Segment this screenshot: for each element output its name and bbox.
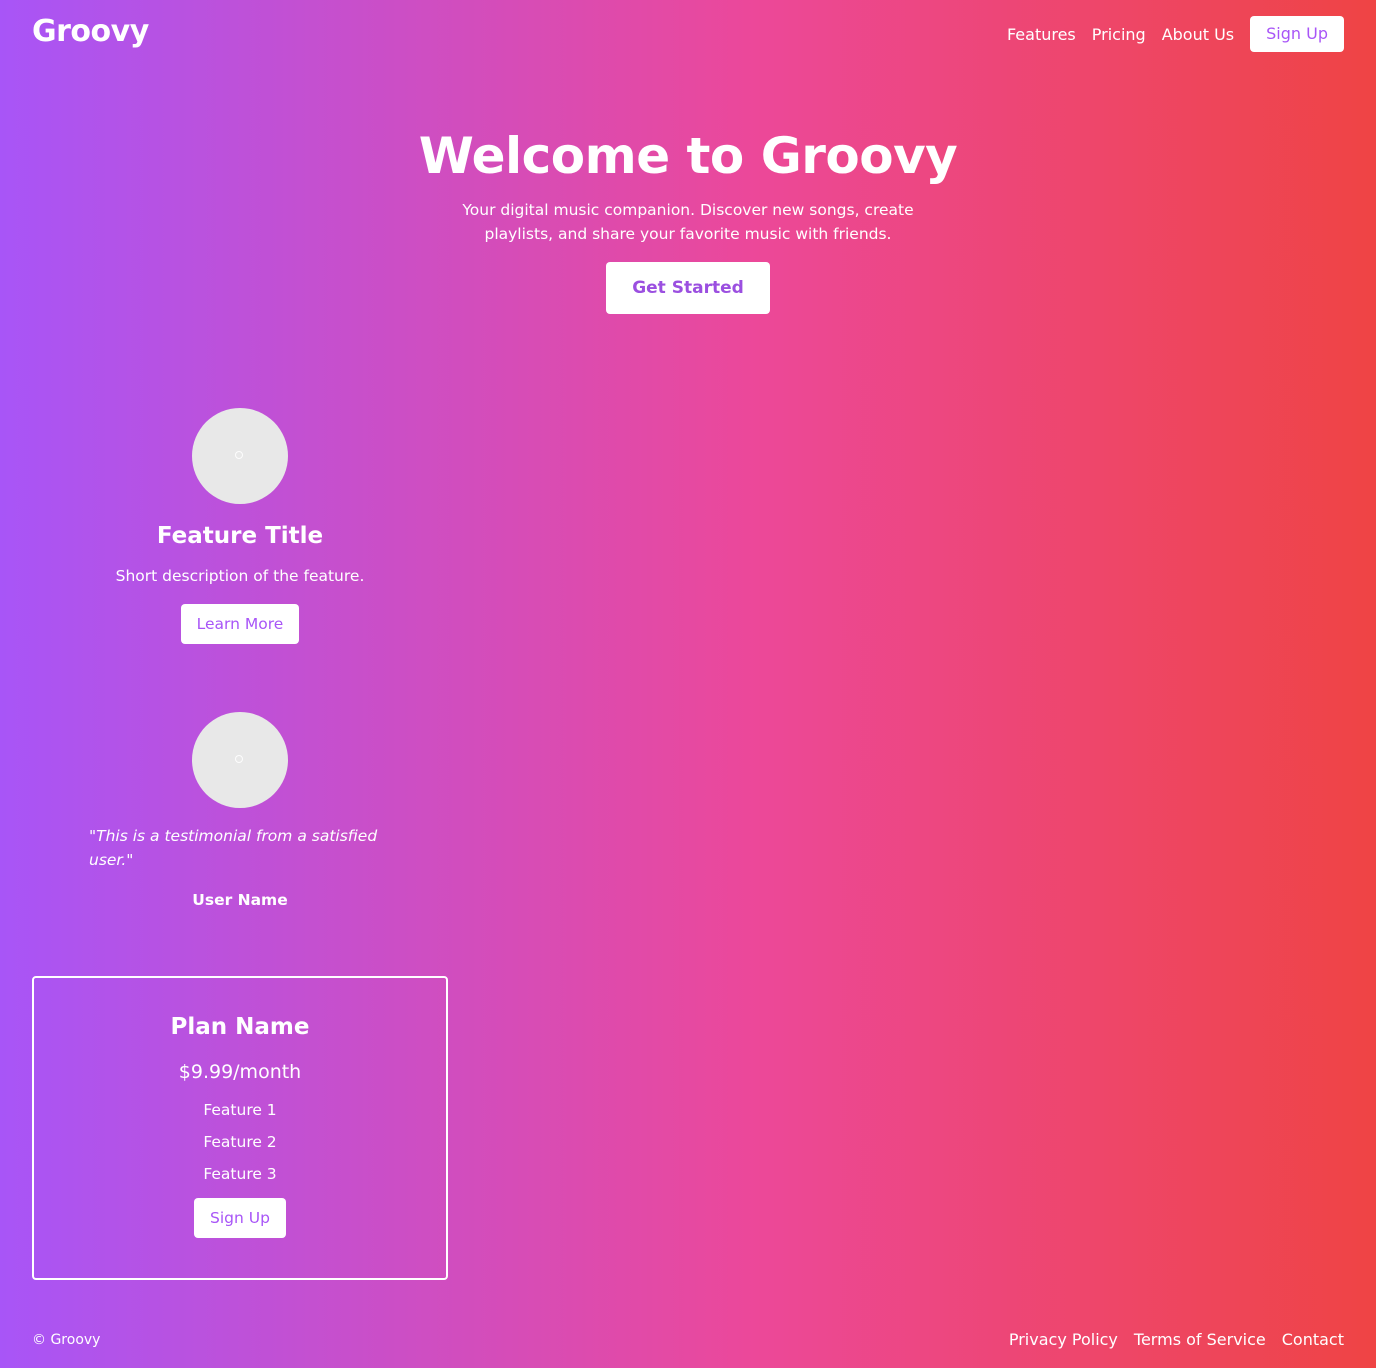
testimonial-user-name: User Name bbox=[192, 891, 288, 909]
plan-sign-up-button[interactable]: Sign Up bbox=[194, 1198, 286, 1238]
footer-link-privacy-policy[interactable]: Privacy Policy bbox=[1009, 1328, 1118, 1352]
site-header: Groovy Features Pricing About Us Sign Up bbox=[0, 0, 1376, 68]
feature-image-placeholder-icon bbox=[192, 408, 288, 504]
plan-price: $9.99/month bbox=[178, 1061, 302, 1083]
header-sign-up-button[interactable]: Sign Up bbox=[1250, 16, 1344, 52]
hero-subtitle: Your digital music companion. Discover n… bbox=[462, 201, 914, 243]
avatar-dot-icon bbox=[235, 755, 243, 763]
image-dot-icon bbox=[235, 451, 243, 459]
plan-feature-item: Feature 2 bbox=[203, 1133, 277, 1151]
feature-card: Feature Title Short description of the f… bbox=[32, 408, 448, 644]
site-footer: © Groovy Privacy Policy Terms of Service… bbox=[32, 1328, 1344, 1352]
get-started-button[interactable]: Get Started bbox=[606, 262, 770, 314]
plan-feature-list: Feature 1 Feature 2 Feature 3 bbox=[34, 1098, 446, 1186]
hero-title: Welcome to Groovy bbox=[418, 127, 958, 185]
testimonial-card: "This is a testimonial from a satisfied … bbox=[32, 712, 448, 912]
plan-name: Plan Name bbox=[170, 1014, 310, 1040]
nav-link-features[interactable]: Features bbox=[1007, 25, 1076, 44]
pricing-plan-card: Plan Name $9.99/month Feature 1 Feature … bbox=[32, 976, 448, 1280]
hero-section: Welcome to Groovy Your digital music com… bbox=[0, 120, 1376, 314]
testimonial-quote: "This is a testimonial from a satisfied … bbox=[89, 827, 378, 869]
logo[interactable]: Groovy bbox=[32, 14, 149, 49]
nav-link-pricing[interactable]: Pricing bbox=[1092, 25, 1146, 44]
footer-link-contact[interactable]: Contact bbox=[1282, 1328, 1344, 1352]
plan-feature-item: Feature 1 bbox=[203, 1101, 277, 1119]
learn-more-button[interactable]: Learn More bbox=[181, 604, 299, 644]
main-nav: Features Pricing About Us Sign Up bbox=[1007, 16, 1344, 52]
nav-link-about-us[interactable]: About Us bbox=[1162, 25, 1234, 44]
plan-feature-item: Feature 3 bbox=[203, 1165, 277, 1183]
feature-description: Short description of the feature. bbox=[115, 567, 365, 585]
copyright: © Groovy bbox=[32, 1332, 101, 1348]
footer-links: Privacy Policy Terms of Service Contact bbox=[993, 1328, 1344, 1352]
footer-link-terms-of-service[interactable]: Terms of Service bbox=[1134, 1328, 1266, 1352]
feature-title: Feature Title bbox=[156, 523, 324, 549]
avatar-placeholder-icon bbox=[192, 712, 288, 808]
